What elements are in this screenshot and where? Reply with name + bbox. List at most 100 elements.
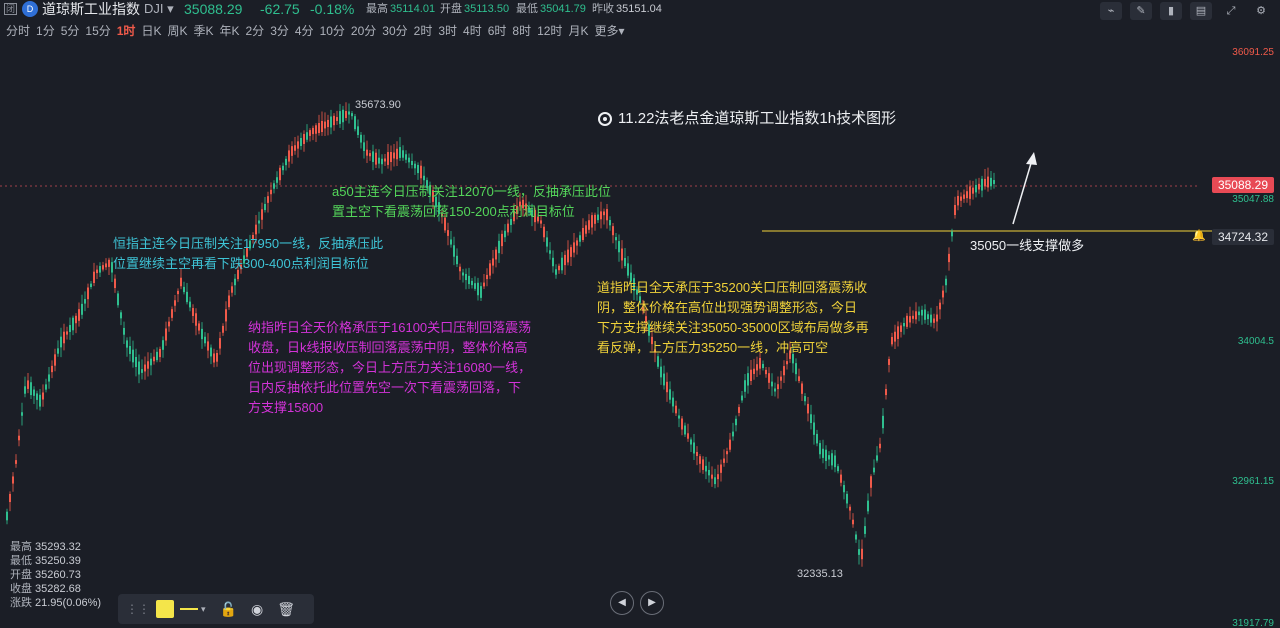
line-style-icon[interactable] xyxy=(180,608,198,610)
close-icon[interactable]: 闭 xyxy=(4,3,17,15)
stat-open: 开盘 35113.50 xyxy=(440,3,510,15)
period-tab[interactable]: 1时 xyxy=(117,22,136,40)
candle-body xyxy=(186,291,188,303)
candle-body xyxy=(168,321,170,327)
symbol-code-dropdown[interactable]: DJI ▾ xyxy=(144,0,174,18)
period-tab[interactable]: 3分 xyxy=(270,22,289,40)
candle-body xyxy=(159,348,161,358)
candle-body xyxy=(564,254,566,266)
candle-body xyxy=(354,116,356,130)
period-tab[interactable]: 20分 xyxy=(351,22,376,40)
layout-icon[interactable]: ▤ xyxy=(1190,2,1212,20)
candle-body xyxy=(858,549,860,555)
candle-body xyxy=(276,177,278,183)
unlock-icon[interactable]: 🔓 xyxy=(220,601,237,618)
candle-body xyxy=(582,227,584,241)
candle-body xyxy=(909,316,911,323)
candle-icon[interactable]: ▮ xyxy=(1160,2,1182,20)
candle-body xyxy=(780,376,782,381)
period-tab[interactable]: 季K xyxy=(193,22,213,40)
candle-body xyxy=(231,286,233,293)
scroll-left-button[interactable]: ◀ xyxy=(610,591,634,615)
candle-body xyxy=(705,465,707,472)
candle-body xyxy=(870,476,872,488)
period-tab[interactable]: 5分 xyxy=(61,22,80,40)
candle-body xyxy=(33,389,35,396)
candle-body xyxy=(306,132,308,140)
period-tab[interactable]: 6时 xyxy=(488,22,507,40)
period-tab[interactable]: 日K xyxy=(141,22,161,40)
period-tab[interactable]: 1分 xyxy=(36,22,55,40)
candle-body xyxy=(735,418,737,426)
period-tab[interactable]: 月K xyxy=(568,22,588,40)
candle-body xyxy=(861,548,863,560)
period-tab[interactable]: 2分 xyxy=(246,22,265,40)
candle-body xyxy=(399,147,401,158)
candle-body xyxy=(915,311,917,320)
period-tab[interactable]: 12时 xyxy=(537,22,562,40)
candle-body xyxy=(321,121,323,132)
candle-body xyxy=(684,425,686,435)
alert-bell-icon[interactable]: 🔔 xyxy=(1192,229,1206,242)
edit-icon[interactable]: ✎ xyxy=(1130,2,1152,20)
period-tab[interactable]: 3时 xyxy=(438,22,457,40)
candle-body xyxy=(804,396,806,402)
candle-body xyxy=(234,278,236,286)
candle-body xyxy=(21,412,23,416)
candle-body xyxy=(966,191,968,199)
candle-body xyxy=(687,433,689,439)
period-tab[interactable]: 更多▾ xyxy=(594,22,624,40)
candle-body xyxy=(843,485,845,493)
period-tab[interactable]: 15分 xyxy=(85,22,110,40)
drag-handle-icon[interactable]: ⋮⋮ xyxy=(126,602,150,616)
period-tab[interactable]: 4分 xyxy=(295,22,314,40)
chart-line-icon[interactable]: ⌁ xyxy=(1100,2,1122,20)
toolbar-icons: ⌁ ✎ ▮ ▤ ⤢ ⚙ xyxy=(1100,2,1272,20)
expand-icon[interactable]: ⤢ xyxy=(1220,2,1242,20)
candle-body xyxy=(285,158,287,166)
candle-body xyxy=(702,459,704,470)
candle-body xyxy=(219,338,221,349)
candle-body xyxy=(765,369,767,375)
candle-body xyxy=(210,347,212,357)
scroll-right-button[interactable]: ▶ xyxy=(640,591,664,615)
candle-body xyxy=(615,237,617,241)
period-tab[interactable]: 30分 xyxy=(382,22,407,40)
candle-body xyxy=(129,346,131,354)
candle-body xyxy=(78,309,80,321)
candle-body xyxy=(801,383,803,394)
eye-icon[interactable]: ◉ xyxy=(251,601,263,618)
y-tick-5: 31917.79 xyxy=(1232,618,1274,628)
trend-arrow[interactable] xyxy=(1012,159,1033,225)
trash-icon[interactable]: 🗑 xyxy=(277,601,295,618)
period-tab[interactable]: 10分 xyxy=(320,22,345,40)
candle-body xyxy=(405,154,407,160)
candle-body xyxy=(381,158,383,165)
candle-body xyxy=(543,226,545,238)
candle-body xyxy=(666,381,668,393)
settings-icon[interactable]: ⚙ xyxy=(1250,2,1272,20)
color-swatch[interactable] xyxy=(156,600,174,618)
period-tab[interactable]: 2时 xyxy=(414,22,433,40)
chevron-down-icon[interactable]: ▾ xyxy=(201,604,206,615)
candle-body xyxy=(972,187,974,194)
period-tab[interactable]: 周K xyxy=(167,22,187,40)
candle-body xyxy=(756,364,758,371)
period-tab[interactable]: 8时 xyxy=(512,22,531,40)
period-tab[interactable]: 年K xyxy=(219,22,239,40)
note-hang-seng: 恒指主连今日压制关注17950一线，反抽承压此位置继续主空再看下跌300-400… xyxy=(113,236,384,271)
period-tab[interactable]: 4时 xyxy=(463,22,482,40)
candle-body xyxy=(561,257,563,271)
candle-body xyxy=(954,204,956,216)
candle-body xyxy=(462,272,464,276)
candle-body xyxy=(486,274,488,280)
candle-body xyxy=(681,418,683,430)
candle-body xyxy=(627,263,629,276)
candle-body xyxy=(888,359,890,365)
candle-body xyxy=(690,439,692,445)
candle-body xyxy=(327,119,329,128)
candle-body xyxy=(36,393,38,400)
bar-stat-open: 开盘 35260.73 xyxy=(10,569,81,581)
candle-body xyxy=(459,266,461,272)
period-tab[interactable]: 分时 xyxy=(6,22,30,40)
